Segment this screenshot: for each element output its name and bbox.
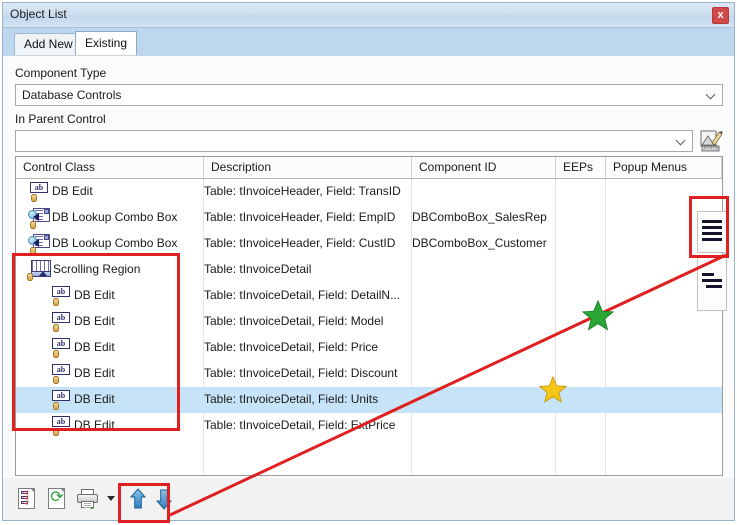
tab-existing[interactable]: Existing xyxy=(75,31,138,55)
move-down-button[interactable] xyxy=(151,486,177,512)
component-type-label: Component Type xyxy=(15,66,107,80)
table-row[interactable]: ab DB Edit Table: tInvoiceDetail, Field:… xyxy=(16,283,722,309)
table-row-selected[interactable]: ab DB Edit Table: tInvoiceDetail, Field:… xyxy=(16,387,722,413)
row-description: Table: tInvoiceDetail, Field: DetailN... xyxy=(204,288,401,302)
table-row[interactable]: DB Lookup Combo Box Table: tInvoiceHeade… xyxy=(16,205,722,231)
window-title: Object List xyxy=(10,7,67,21)
row-description: Table: tInvoiceDetail, Field: Model xyxy=(204,314,384,328)
row-control-class: DB Edit xyxy=(74,392,115,406)
table-row[interactable]: ab DB Edit Table: tInvoiceDetail, Field:… xyxy=(16,413,722,439)
db-edit-icon: ab xyxy=(52,286,70,306)
bottom-toolbar: ⟳ xyxy=(3,478,734,520)
row-control-class: DB Edit xyxy=(74,314,115,328)
move-up-icon xyxy=(129,488,147,509)
column-header-popup-menus[interactable]: Popup Menus xyxy=(606,157,722,178)
chevron-down-icon xyxy=(707,91,716,97)
table-row[interactable]: Scrolling Region Table: tInvoiceDetail xyxy=(16,257,722,283)
row-control-class: DB Lookup Combo Box xyxy=(52,236,178,250)
checkmarks-icon xyxy=(21,491,30,504)
ruler-pencil-icon[interactable] xyxy=(699,128,724,153)
close-button[interactable]: x xyxy=(712,7,729,24)
recycle-arrows-icon: ⟳ xyxy=(50,489,64,506)
row-control-class: DB Edit xyxy=(52,184,93,198)
collapse-all-button[interactable] xyxy=(697,256,727,311)
db-edit-icon: ab xyxy=(52,416,70,436)
column-header-eeps[interactable]: EEPs xyxy=(556,157,606,178)
row-component-id: DBComboBox_SalesRep xyxy=(412,210,547,224)
db-edit-icon: ab xyxy=(52,390,70,410)
refresh-document-button[interactable]: ⟳ xyxy=(45,486,71,512)
validate-document-button[interactable] xyxy=(15,486,41,512)
db-edit-icon: ab xyxy=(52,364,70,384)
table-row[interactable]: DB Lookup Combo Box Table: tInvoiceHeade… xyxy=(16,231,722,257)
row-description: Table: tInvoiceDetail, Field: ExtPrice xyxy=(204,418,396,432)
row-control-class: DB Edit xyxy=(74,340,115,354)
row-description: Table: tInvoiceHeader, Field: CustID xyxy=(204,236,396,250)
collapse-all-icon xyxy=(702,273,722,291)
row-control-class: DB Edit xyxy=(74,418,115,432)
row-control-class: DB Lookup Combo Box xyxy=(52,210,178,224)
move-down-icon xyxy=(155,489,173,510)
column-header-component-id[interactable]: Component ID xyxy=(412,157,556,178)
table-row[interactable]: ab DB Edit Table: tInvoiceDetail, Field:… xyxy=(16,335,722,361)
tab-strip: Add New Existing xyxy=(3,28,734,55)
object-grid: Control Class Description Component ID E… xyxy=(15,156,723,476)
parent-control-label: In Parent Control xyxy=(15,112,106,126)
object-list-window: Object List x Add New Existing Component… xyxy=(2,2,735,521)
db-lookup-combo-box-icon xyxy=(28,208,50,230)
row-control-class: Scrolling Region xyxy=(53,262,141,276)
print-button[interactable] xyxy=(75,486,103,512)
row-component-id: DBComboBox_Customer xyxy=(412,236,547,250)
expand-all-button[interactable] xyxy=(697,211,727,253)
scrolling-region-icon xyxy=(27,260,51,282)
db-edit-icon: ab xyxy=(30,182,48,202)
panel-body: Component Type Database Controls In Pare… xyxy=(3,55,734,520)
row-description: Table: tInvoiceDetail, Field: Price xyxy=(204,340,379,354)
title-bar: Object List x xyxy=(3,3,734,28)
row-control-class: DB Edit xyxy=(74,288,115,302)
db-lookup-combo-box-icon xyxy=(28,234,50,256)
db-edit-icon: ab xyxy=(52,338,70,358)
row-description: Table: tInvoiceDetail xyxy=(204,262,312,276)
row-description: Table: tInvoiceDetail, Field: Units xyxy=(204,392,379,406)
row-control-class: DB Edit xyxy=(74,366,115,380)
row-description: Table: tInvoiceHeader, Field: TransID xyxy=(204,184,401,198)
grid-header-row: Control Class Description Component ID E… xyxy=(16,157,722,179)
table-row[interactable]: ab DB Edit Table: tInvoiceDetail, Field:… xyxy=(16,361,722,387)
column-header-control-class[interactable]: Control Class xyxy=(16,157,204,178)
print-dropdown-icon[interactable] xyxy=(107,496,115,501)
row-description: Table: tInvoiceHeader, Field: EmpID xyxy=(204,210,396,224)
tab-add-new[interactable]: Add New xyxy=(14,33,83,55)
component-type-select[interactable]: Database Controls xyxy=(15,84,723,106)
table-row[interactable]: ab DB Edit Table: tInvoiceDetail, Field:… xyxy=(16,309,722,335)
row-description: Table: tInvoiceDetail, Field: Discount xyxy=(204,366,398,380)
table-row[interactable]: ab DB Edit Table: tInvoiceHeader, Field:… xyxy=(16,179,722,205)
move-up-button[interactable] xyxy=(125,486,151,512)
parent-control-select[interactable] xyxy=(15,130,693,152)
chevron-down-icon xyxy=(677,137,686,143)
component-type-value: Database Controls xyxy=(22,88,122,102)
expand-all-icon xyxy=(702,220,722,244)
column-header-description[interactable]: Description xyxy=(204,157,412,178)
db-edit-icon: ab xyxy=(52,312,70,332)
